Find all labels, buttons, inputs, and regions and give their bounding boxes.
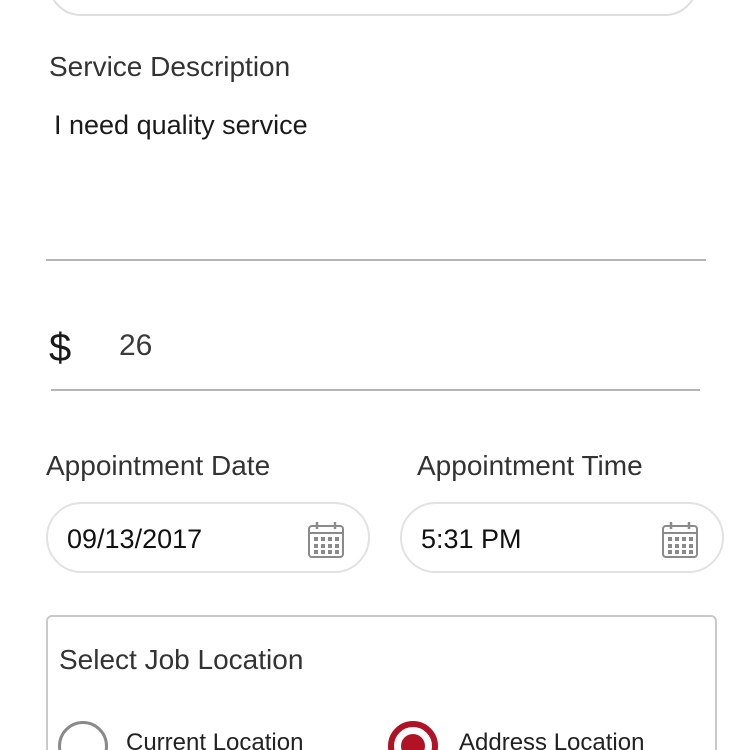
job-location-title: Select Job Location bbox=[59, 644, 304, 675]
current-location-radio[interactable] bbox=[58, 721, 108, 750]
top-input-field[interactable] bbox=[48, 0, 698, 16]
service-description-label: Service Description bbox=[49, 51, 291, 82]
currency-symbol: $ bbox=[49, 326, 72, 370]
price-input[interactable]: 26 bbox=[119, 329, 152, 363]
address-location-radio[interactable] bbox=[388, 721, 438, 750]
current-location-label[interactable]: Current Location bbox=[126, 729, 303, 750]
appointment-date-field[interactable]: 09/13/2017 bbox=[46, 502, 370, 573]
price-underline bbox=[51, 389, 700, 391]
job-location-panel: Select Job Location Current Location Add… bbox=[46, 615, 717, 750]
radio-selected-dot bbox=[401, 734, 425, 750]
service-request-form: Service Description I need quality servi… bbox=[0, 0, 750, 750]
calendar-icon[interactable] bbox=[660, 520, 700, 560]
appointment-time-value: 5:31 PM bbox=[421, 524, 522, 554]
description-underline bbox=[46, 259, 706, 261]
service-description-input[interactable]: I need quality service bbox=[54, 110, 308, 141]
address-location-label[interactable]: Address Location bbox=[459, 729, 644, 750]
appointment-time-field[interactable]: 5:31 PM bbox=[400, 502, 724, 573]
calendar-icon[interactable] bbox=[306, 520, 346, 560]
appointment-date-label: Appointment Date bbox=[46, 450, 271, 481]
appointment-time-label: Appointment Time bbox=[417, 450, 643, 481]
appointment-date-value: 09/13/2017 bbox=[67, 524, 203, 554]
